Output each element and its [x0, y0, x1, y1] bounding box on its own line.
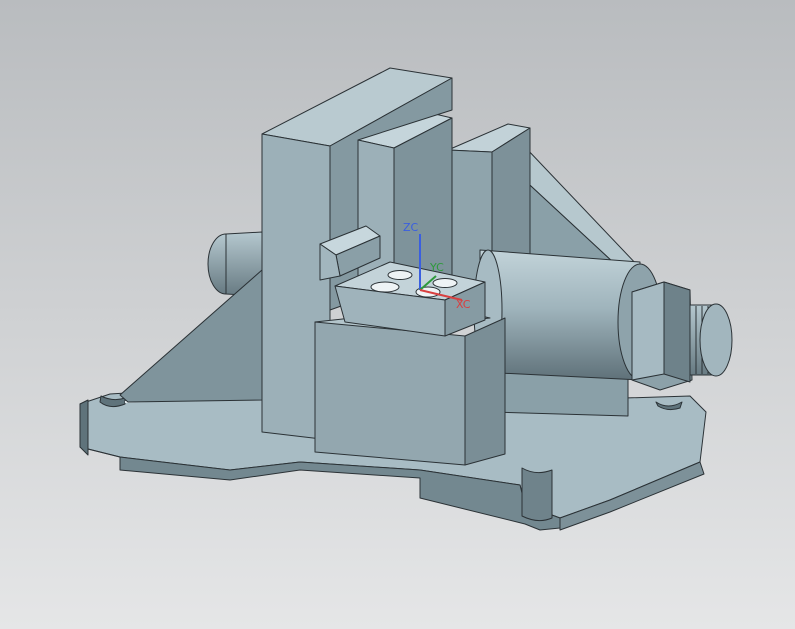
- hole-4: [432, 278, 458, 288]
- hole-1: [370, 281, 400, 293]
- center-block-side: [464, 317, 506, 466]
- threaded-end[interactable]: [689, 303, 733, 377]
- left-gusset[interactable]: [119, 269, 263, 403]
- base-plate-left-edge: [79, 399, 89, 456]
- vise-model[interactable]: [79, 67, 733, 531]
- graphics-viewport[interactable]: ZC YC XC: [0, 0, 795, 629]
- hole-2: [387, 270, 413, 280]
- center-block-front: [314, 321, 466, 466]
- cad-model-view[interactable]: ZC YC XC: [0, 0, 795, 629]
- zc-label: ZC: [403, 221, 419, 234]
- base-slot-front: [521, 467, 553, 522]
- hex-nut[interactable]: [631, 281, 693, 391]
- xc-label: XC: [456, 298, 471, 311]
- yc-label: YC: [429, 261, 444, 274]
